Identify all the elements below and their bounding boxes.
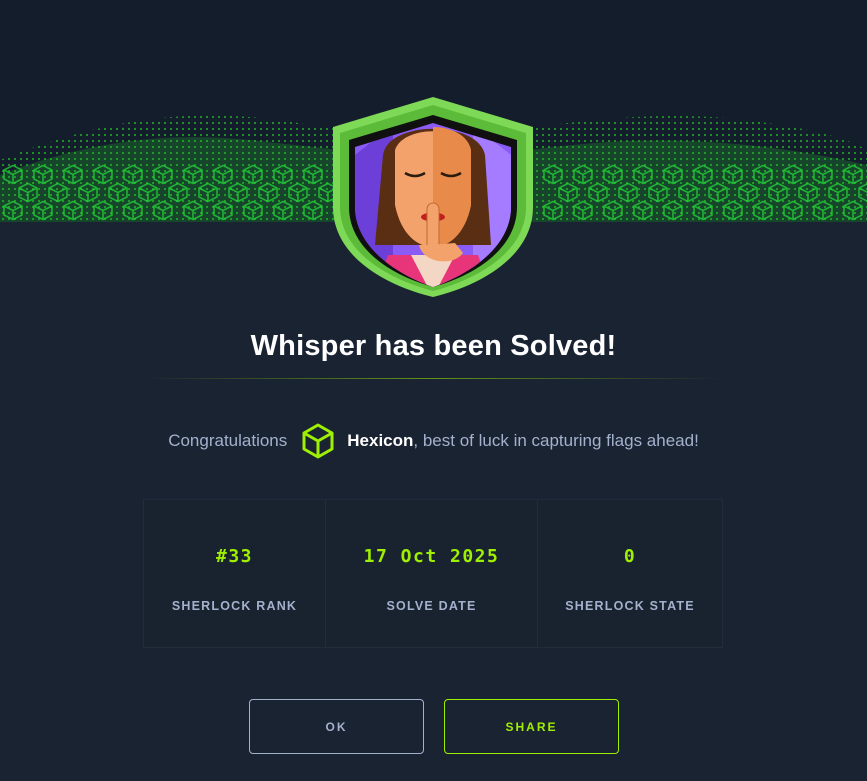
congrats-suffix: , best of luck in capturing flags ahead! [413,431,699,450]
stat-label: SOLVE DATE [386,599,477,613]
username: Hexicon [347,431,414,450]
stat-value: 0 [623,546,637,567]
stat-sherlock-state: 0 SHERLOCK STATE [538,500,722,647]
page-title: Whisper has been Solved! [250,330,617,362]
stat-solve-date: 17 Oct 2025 SOLVE DATE [326,500,538,647]
ok-button[interactable]: OK [249,699,424,754]
whisper-badge [333,97,533,297]
stats-panel: #33 SHERLOCK RANK 17 Oct 2025 SOLVE DATE… [143,499,723,648]
stat-rank: #33 SHERLOCK RANK [144,500,326,647]
share-button[interactable]: SHARE [444,699,619,754]
stat-value: #33 [215,546,253,567]
hexagon-cube-icon [302,423,334,459]
stat-value: 17 Oct 2025 [363,546,500,567]
congrats-prefix: Congratulations [168,431,288,450]
congrats-message: Congratulations Hexicon , best of luck i… [0,420,867,462]
title-divider [143,378,723,379]
stat-label: SHERLOCK STATE [565,599,695,613]
stat-label: SHERLOCK RANK [171,599,298,613]
